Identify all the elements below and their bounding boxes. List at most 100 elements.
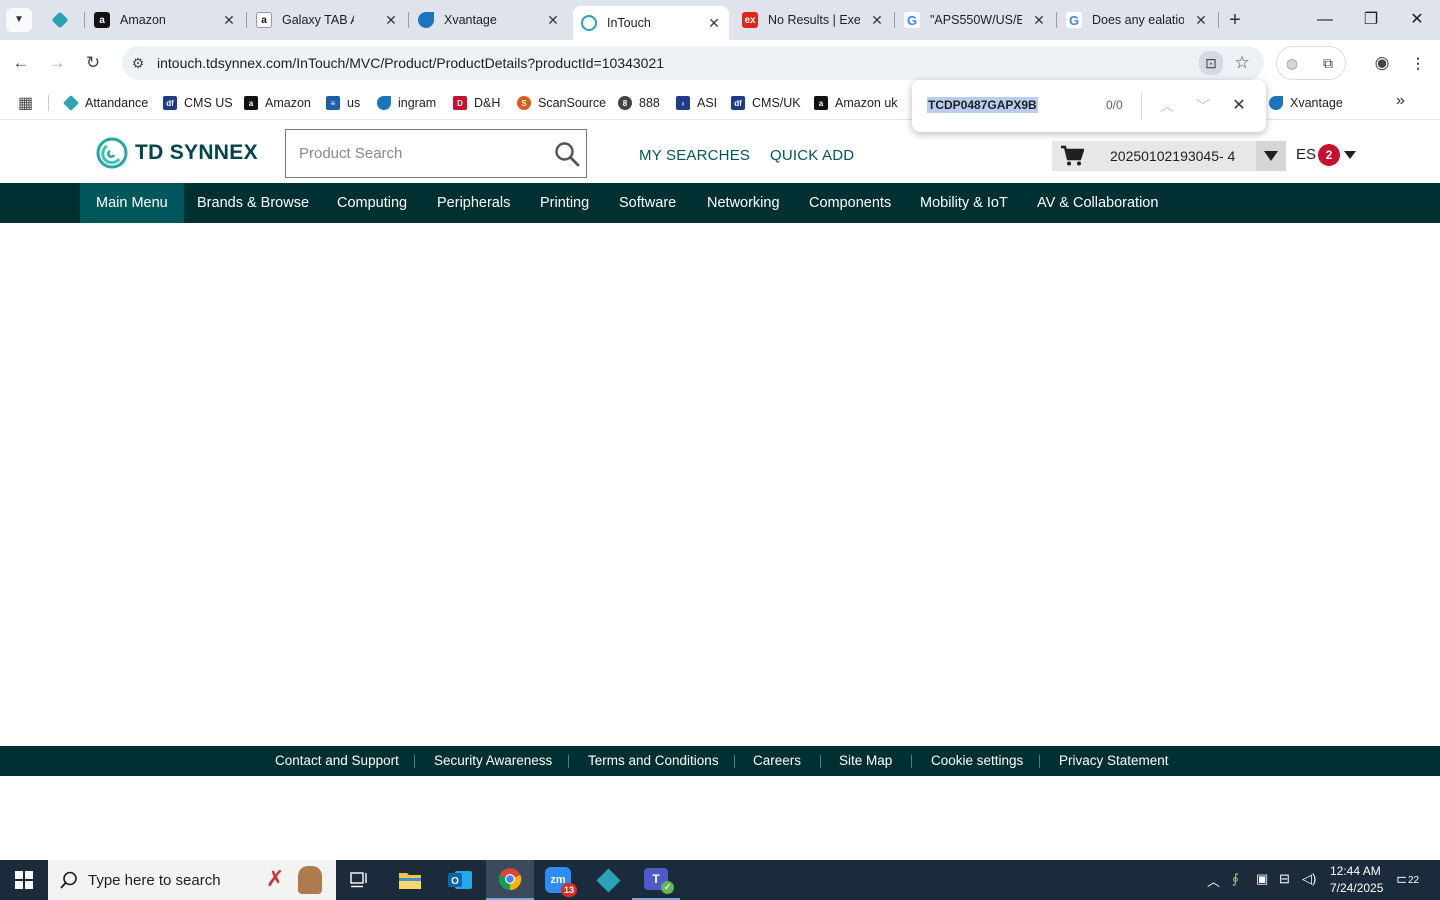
forward-button[interactable]: → [42, 48, 72, 78]
bookmark-cms-uk[interactable]: df CMS/UK [731, 93, 801, 113]
profile-icon[interactable]: ◉ [1372, 53, 1392, 73]
footer-site-map[interactable]: Site Map [839, 753, 892, 768]
footer-security-awareness[interactable]: Security Awareness [434, 753, 552, 768]
footer-divider [1039, 755, 1040, 768]
clock-time[interactable]: 12:44 AM [1330, 864, 1381, 878]
tab-search-button[interactable]: ▼ [6, 8, 32, 32]
globe-icon[interactable]: ◍ [1282, 53, 1302, 73]
bookmark-label: D&H [474, 96, 501, 110]
volume-icon[interactable]: ◁) [1302, 871, 1316, 887]
footer-cookie-settings[interactable]: Cookie settings [931, 753, 1023, 768]
search-icon[interactable] [554, 141, 580, 167]
bookmark-dh[interactable]: D D&H [453, 93, 500, 113]
chrome-button[interactable] [486, 860, 534, 900]
minimize-icon: — [1317, 11, 1333, 28]
product-search-input[interactable] [286, 130, 546, 177]
site-info-icon[interactable]: ⚙ [128, 53, 148, 73]
tab-amazon[interactable]: a Amazon ✕ [86, 5, 244, 35]
restore-button[interactable]: ❐ [1348, 0, 1394, 40]
nav-networking[interactable]: Networking [707, 183, 780, 223]
task-view-button[interactable] [336, 860, 384, 900]
my-searches-link[interactable]: MY SEARCHES [639, 147, 750, 164]
clock-date[interactable]: 7/24/2025 [1330, 881, 1383, 895]
find-input[interactable]: TCDP0487GAPX9B [927, 97, 1038, 113]
tab-exertis[interactable]: ex No Results | Exerti ✕ [734, 5, 892, 35]
close-icon[interactable]: ✕ [220, 11, 238, 29]
reload-button[interactable]: ↻ [78, 48, 108, 78]
app-diamond-button[interactable] [584, 860, 632, 900]
apps-grid-icon[interactable]: ▦ [18, 93, 33, 113]
td-synnex-logo[interactable]: TD SYNNEX [96, 136, 258, 170]
quick-add-link[interactable]: QUICK ADD [770, 147, 854, 164]
bookmark-amazon-uk[interactable]: a Amazon uk [814, 93, 898, 113]
teams-button[interactable]: T ✓ [632, 860, 680, 900]
taskbar-search[interactable]: Type here to search ✗ [48, 860, 336, 900]
show-hidden-icons-button[interactable]: ︿ [1207, 871, 1220, 890]
nav-mobility-iot[interactable]: Mobility & IoT [920, 183, 1008, 223]
start-button[interactable] [0, 860, 48, 900]
outlook-button[interactable]: O [436, 860, 484, 900]
tab-google-aps550w[interactable]: G "APS550W/US/EI ✕ [896, 5, 1054, 35]
bookmark-us[interactable]: ≡ us [326, 93, 360, 113]
notification-badge[interactable]: 2 [1318, 144, 1340, 166]
language-selector[interactable]: ES [1296, 146, 1316, 163]
close-icon[interactable]: ✕ [1030, 11, 1048, 29]
bookmark-ingram[interactable]: ingram [377, 93, 436, 113]
nav-av-collaboration[interactable]: AV & Collaboration [1037, 183, 1158, 223]
new-tab-button[interactable]: + [1222, 8, 1248, 32]
close-icon[interactable]: ✕ [544, 11, 562, 29]
caret-down-icon[interactable] [1344, 151, 1356, 159]
bookmark-amazon[interactable]: a Amazon [244, 93, 311, 113]
bookmark-888[interactable]: 8 888 [618, 93, 660, 113]
footer-contact-support[interactable]: Contact and Support [275, 753, 399, 768]
zoom-button[interactable]: zm 13 [534, 860, 582, 900]
nav-computing[interactable]: Computing [337, 183, 407, 223]
bookmark-xvantage[interactable]: Xvantage [1269, 93, 1343, 113]
address-bar[interactable]: ⚙ intouch.tdsynnex.com/InTouch/MVC/Produ… [122, 46, 1264, 80]
close-window-button[interactable]: ✕ [1394, 0, 1440, 40]
close-icon[interactable]: ✕ [382, 11, 400, 29]
tab-galaxy-tab[interactable]: a Galaxy TAB A9 AI ✕ [248, 5, 406, 35]
footer-privacy[interactable]: Privacy Statement [1059, 753, 1169, 768]
nav-components[interactable]: Components [809, 183, 891, 223]
bookmark-attandance[interactable]: Attandance [63, 93, 148, 113]
nav-main-menu[interactable]: Main Menu [80, 183, 184, 223]
menu-icon[interactable]: ⋮ [1408, 53, 1428, 73]
puzzle-icon[interactable]: ⧉ [1318, 53, 1338, 73]
bookmark-scansource[interactable]: S ScanSource [517, 93, 606, 113]
minimize-button[interactable]: — [1302, 0, 1348, 40]
cart-selector[interactable]: 20250102193045- 4 [1052, 141, 1286, 171]
nav-software[interactable]: Software [619, 183, 676, 223]
tab-intouch[interactable]: InTouch ✕ [573, 6, 729, 40]
tab-google-ealation[interactable]: G Does any ealation ✕ [1058, 5, 1216, 35]
notification-center-button[interactable]: ▭ 22 [1396, 869, 1424, 891]
nav-peripherals[interactable]: Peripherals [437, 183, 510, 223]
tab-pinned[interactable] [44, 5, 80, 35]
cart-dropdown-button[interactable] [1256, 141, 1286, 171]
bookmark-cms-us[interactable]: df CMS US [163, 93, 233, 113]
nav-brands-browse[interactable]: Brands & Browse [197, 183, 309, 223]
tray-monitor-icon[interactable]: ▣ [1256, 871, 1268, 887]
tab-xvantage[interactable]: Xvantage ✕ [410, 5, 568, 35]
find-in-page-icon[interactable]: ⊡ [1199, 51, 1223, 75]
nav-printing[interactable]: Printing [540, 183, 589, 223]
footer-terms[interactable]: Terms and Conditions [588, 753, 719, 768]
close-icon[interactable]: ✕ [1192, 11, 1210, 29]
tab-title: Galaxy TAB A9 AI [282, 13, 354, 27]
find-close-button[interactable]: ✕ [1227, 94, 1251, 118]
td-synnex-logo-mark [96, 137, 128, 169]
footer-divider [734, 755, 735, 768]
more-bookmarks-icon[interactable]: » [1396, 92, 1405, 110]
find-next-button[interactable]: ﹀ [1191, 94, 1215, 118]
close-icon[interactable]: ✕ [705, 14, 723, 32]
url-text[interactable]: intouch.tdsynnex.com/InTouch/MVC/Product… [157, 55, 664, 71]
footer-careers[interactable]: Careers [753, 753, 801, 768]
close-icon[interactable]: ✕ [868, 11, 886, 29]
back-button[interactable]: ← [6, 48, 36, 78]
bookmark-star-icon[interactable]: ☆ [1232, 53, 1252, 73]
file-explorer-button[interactable] [386, 860, 434, 900]
network-icon[interactable]: ⊟ [1279, 871, 1290, 887]
find-previous-button[interactable]: ︿ [1155, 94, 1179, 118]
tray-app-icon[interactable]: ∮ [1232, 871, 1239, 887]
bookmark-asi[interactable]: › ASI [676, 93, 717, 113]
